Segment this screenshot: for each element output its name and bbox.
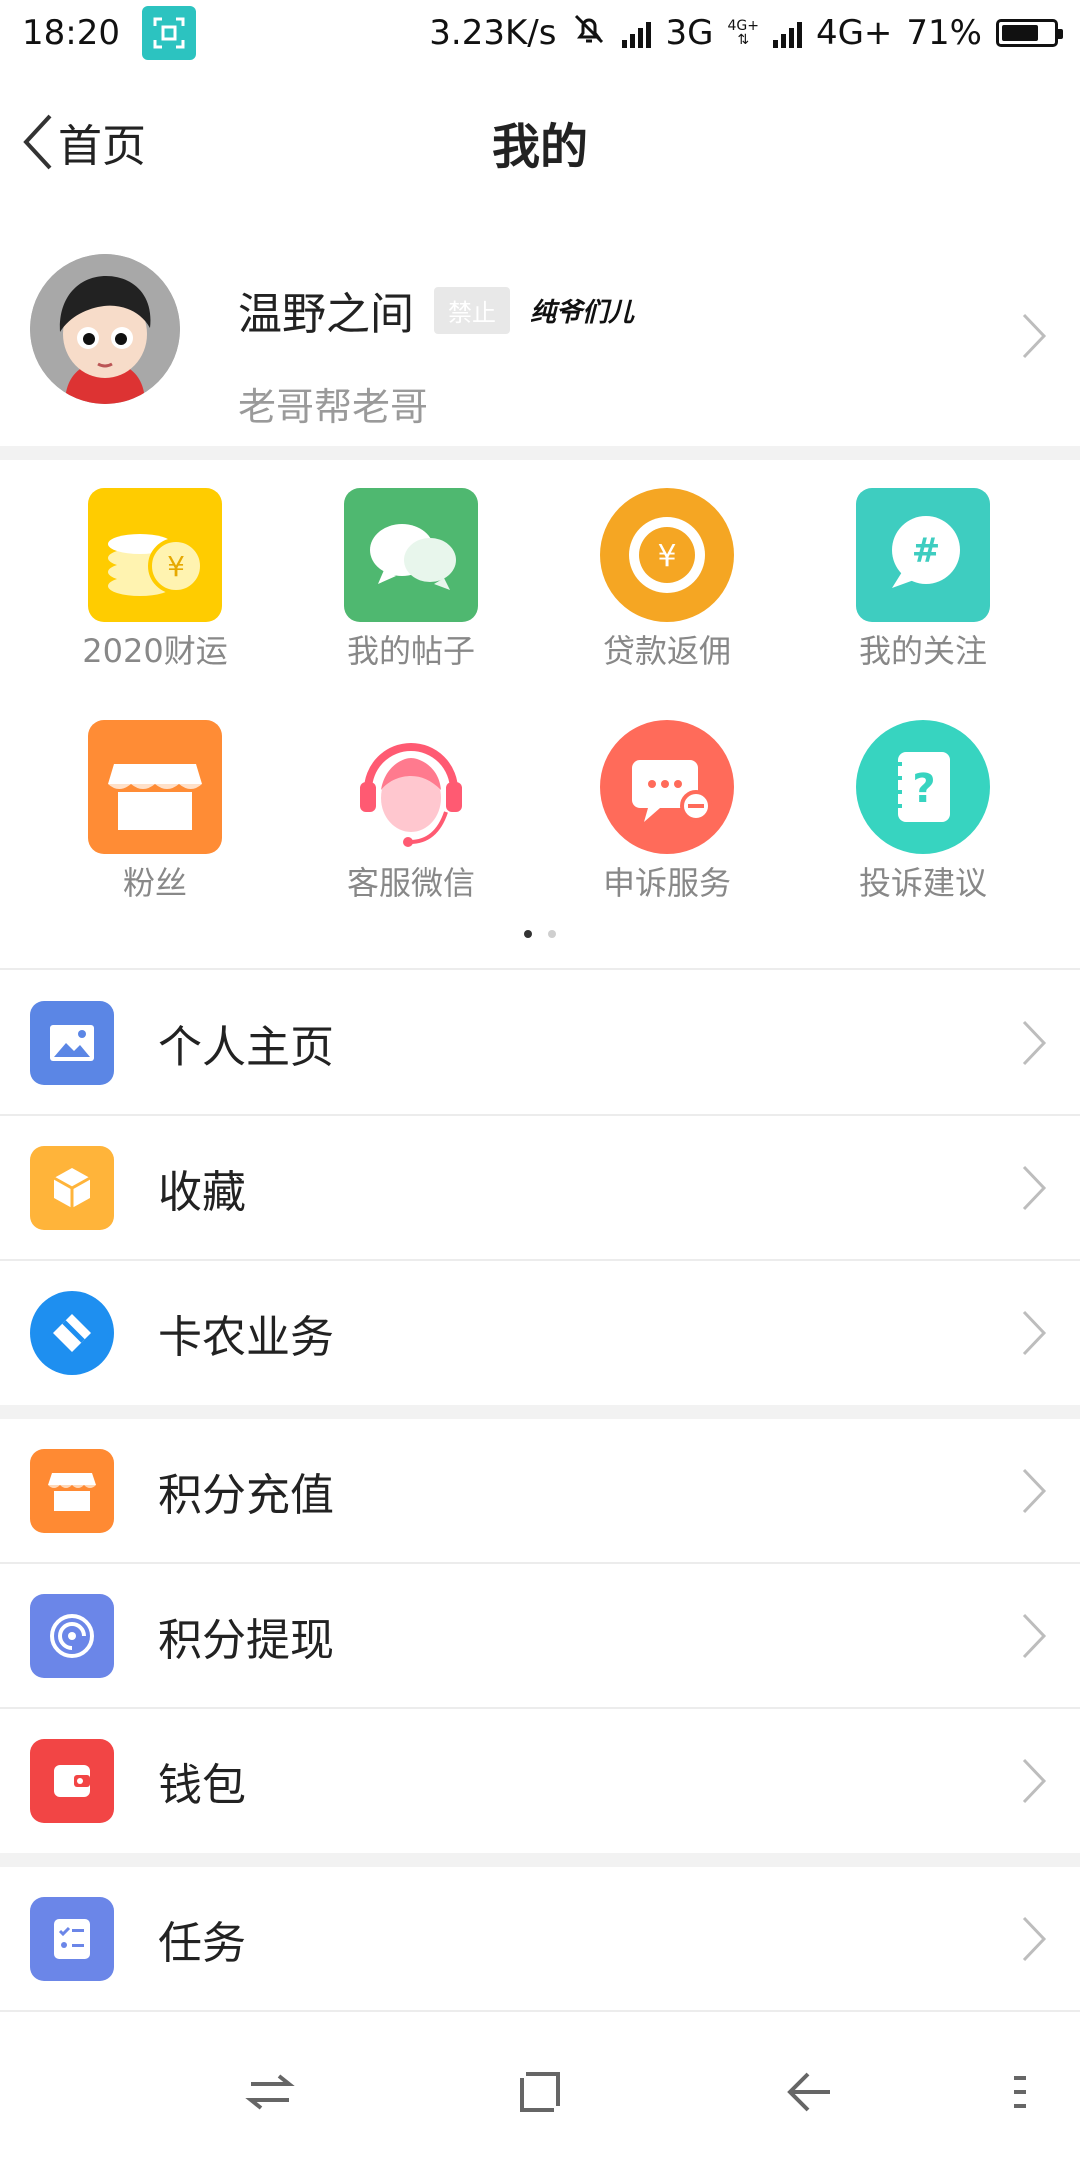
chevron-right-icon — [1014, 1461, 1054, 1521]
net-speed: 3.23K/s — [429, 13, 557, 53]
menu-label: 积分充值 — [158, 1469, 334, 1521]
menu-tasks[interactable]: 任务 — [0, 1866, 1080, 2011]
svg-text:#: # — [912, 531, 941, 571]
grid-label: 投诉建议 — [858, 864, 987, 902]
battery-icon — [996, 19, 1063, 47]
grid-label: 我的关注 — [858, 632, 987, 670]
box-icon — [30, 1145, 114, 1230]
grid-label: 我的帖子 — [346, 632, 475, 670]
menu-label: 收藏 — [158, 1166, 246, 1218]
grid-label: 粉丝 — [122, 864, 187, 902]
hashtag-bubble-icon: # — [856, 488, 990, 622]
grid-item-loan-rebate[interactable]: ¥ 贷款返佣 — [532, 488, 802, 688]
store-icon — [30, 1448, 114, 1533]
chevron-right-icon — [1014, 1606, 1054, 1666]
bell-muted-icon — [570, 10, 608, 57]
menu-label: 个人主页 — [158, 1021, 334, 1073]
grid-item-appeal[interactable]: 申诉服务 — [532, 720, 802, 920]
chevron-right-icon — [1014, 1303, 1054, 1363]
menu-personal-page[interactable]: 个人主页 — [0, 970, 1080, 1115]
card-diamond-icon — [30, 1290, 114, 1375]
menu-label: 钱包 — [158, 1759, 246, 1811]
grid-item-complaints[interactable]: ? 投诉建议 — [788, 720, 1058, 920]
feature-grid: ¥ 2020财运 我的帖子 ¥ 贷款返佣 # 我的关注 粉丝 客服微信 申诉服务… — [0, 470, 1080, 940]
clock: 18:20 — [22, 13, 120, 53]
image-icon — [30, 1000, 114, 1085]
switch-apps-icon[interactable] — [230, 2052, 310, 2132]
data-arrows-icon: 4G+ ⇅ — [727, 18, 759, 48]
network-4g: 4G+ — [815, 13, 893, 53]
coins-yen-icon: ¥ — [88, 488, 222, 622]
grid-item-fans[interactable]: 粉丝 — [20, 720, 290, 920]
page-indicator — [0, 930, 1080, 938]
profile-subtitle: 老哥帮老哥 — [238, 385, 429, 429]
menu-favorites[interactable]: 收藏 — [0, 1115, 1080, 1260]
page-dot-2 — [548, 930, 556, 938]
back-label: 首页 — [58, 121, 146, 172]
chat-bubbles-icon — [344, 488, 478, 622]
wallet-icon — [30, 1738, 114, 1823]
headset-agent-icon — [344, 720, 478, 854]
menu-label: 积分提现 — [158, 1614, 334, 1666]
page-dot-1 — [524, 930, 532, 938]
header: 首页 我的 — [0, 82, 1080, 202]
svg-text:¥: ¥ — [657, 539, 676, 574]
menu-points-recharge[interactable]: 积分充值 — [0, 1418, 1080, 1563]
status-bar: 18:20 3.23K/s 3G 4G+ ⇅ 4G+ 71% — [0, 0, 1080, 66]
section-divider — [0, 1853, 1080, 1867]
grid-item-following[interactable]: # 我的关注 — [788, 488, 1058, 688]
menu-dots-icon[interactable] — [980, 2052, 1060, 2132]
chevron-right-icon — [1014, 1013, 1054, 1073]
grid-label: 申诉服务 — [602, 864, 731, 902]
chevron-right-icon — [1014, 1158, 1054, 1218]
home-square-icon[interactable] — [500, 2052, 580, 2132]
grid-label: 2020财运 — [82, 632, 228, 670]
chevron-right-icon — [1014, 1751, 1054, 1811]
network-small: 4G+ — [727, 18, 759, 34]
menu-kanong-business[interactable]: 卡农业务 — [0, 1260, 1080, 1405]
menu-points-withdraw[interactable]: 积分提现 — [0, 1563, 1080, 1708]
chevron-right-icon — [1014, 1909, 1054, 1969]
back-arrow-icon[interactable] — [770, 2052, 850, 2132]
status-badge: 禁止 — [434, 286, 510, 334]
grid-item-my-posts[interactable]: 我的帖子 — [276, 488, 546, 688]
network-3g: 3G — [665, 13, 714, 53]
username: 温野之间 — [238, 289, 414, 340]
avatar[interactable] — [30, 254, 180, 404]
spiral-icon — [30, 1593, 114, 1678]
grid-item-fortune[interactable]: ¥ 2020财运 — [20, 488, 290, 688]
grid-item-service-wechat[interactable]: 客服微信 — [276, 720, 546, 920]
grid-label: 贷款返佣 — [602, 632, 731, 670]
section-divider — [0, 1405, 1080, 1419]
section-divider — [0, 446, 1080, 460]
menu-wallet[interactable]: 钱包 — [0, 1708, 1080, 1853]
svg-text:?: ? — [912, 766, 935, 812]
profile-card[interactable]: 温野之间 禁止 纯爷们儿 老哥帮老哥 — [0, 240, 1080, 440]
chevron-left-icon — [23, 114, 52, 170]
divider — [0, 2010, 1080, 2012]
system-navigation-bar — [0, 2030, 1080, 2160]
grid-label: 客服微信 — [346, 864, 475, 902]
back-button[interactable]: 首页 — [20, 110, 146, 174]
screenshot-icon — [141, 6, 196, 60]
svg-text:¥: ¥ — [167, 550, 185, 583]
signal-icon — [622, 18, 652, 48]
question-notebook-icon: ? — [856, 720, 990, 854]
message-minus-icon — [600, 720, 734, 854]
shop-icon — [88, 720, 222, 854]
checklist-icon — [30, 1896, 114, 1981]
menu-label: 卡农业务 — [158, 1311, 334, 1363]
page-title: 我的 — [491, 119, 588, 175]
menu-label: 任务 — [158, 1917, 246, 1969]
battery-percent: 71% — [906, 13, 982, 53]
signal-icon-2 — [772, 18, 802, 48]
coin-yen-icon: ¥ — [600, 488, 734, 622]
signature-logo: 纯爷们儿 — [530, 297, 635, 328]
chevron-right-icon — [1014, 306, 1054, 366]
